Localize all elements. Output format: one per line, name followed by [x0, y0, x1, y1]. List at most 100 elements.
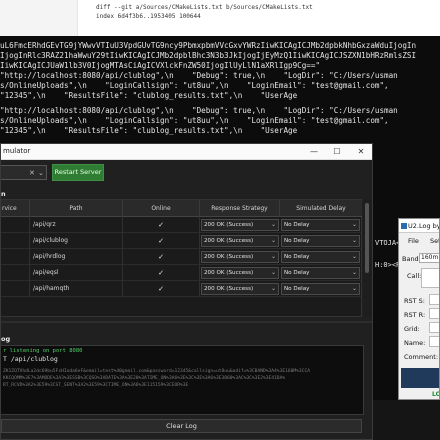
chevron-down-icon: ⌄: [351, 221, 357, 228]
delay-select[interactable]: No Delay ⌄: [281, 283, 360, 295]
chevron-down-icon: ⌄: [351, 253, 357, 260]
table-header: rvice Path Online Response Strategy Simu…: [1, 200, 362, 217]
close-icon[interactable]: ✕: [350, 144, 372, 160]
online-checkbox[interactable]: ✓: [123, 249, 200, 265]
cell-service: [1, 281, 30, 297]
minimize-icon[interactable]: —: [303, 144, 325, 160]
terminal-line: s/OnlineUploads",\n "LoginCallsign": "ut…: [0, 116, 389, 125]
diff-editor-background: diff --git a/Sources/CMakeLists.txt b/So…: [0, 0, 440, 40]
table-row[interactable]: /api/hamqth ✓ 200 OK (Success) ⌄ No Delay…: [1, 281, 362, 297]
cell-service: [1, 249, 30, 265]
panel-splitter[interactable]: [1, 321, 372, 323]
column-header-strategy[interactable]: Response Strategy: [200, 200, 280, 217]
terminal-line: "http://localhost:8080/api/clublog",\n "…: [0, 106, 398, 115]
table-row[interactable]: /api/eqsl ✓ 200 OK (Success) ⌄ No Delay ⌄: [1, 265, 362, 281]
cell-path: /api/qrz: [30, 217, 123, 233]
log-button[interactable]: [401, 368, 439, 388]
u2-log-window[interactable]: U2.Log by File Set Band: 160m Call: RST …: [398, 218, 440, 400]
table-row[interactable]: /api/hrdlog ✓ 200 OK (Success) ⌄ No Delay…: [1, 249, 362, 265]
delay-select[interactable]: No Delay ⌄: [281, 219, 360, 231]
log-line: T /api/clublog: [3, 355, 58, 363]
chevron-down-icon: ⌄: [270, 285, 276, 292]
rst-r-input[interactable]: [429, 308, 439, 319]
table-row[interactable]: /api/clublog ✓ 200 OK (Success) ⌄ No Dela…: [1, 233, 362, 249]
grid-input[interactable]: [429, 322, 439, 333]
name-label: Name:: [404, 339, 426, 347]
u2-window-title: U2.Log by: [408, 222, 440, 230]
cell-path: /api/clublog: [30, 233, 123, 249]
chevron-down-icon: ⌄: [351, 237, 357, 244]
column-header-service[interactable]: rvice: [1, 200, 30, 217]
rst-s-label: RST S:: [404, 297, 425, 305]
chevron-down-icon: ⌄: [270, 237, 276, 244]
cell-path: /api/hamqth: [30, 281, 123, 297]
strategy-select[interactable]: 200 OK (Success) ⌄: [201, 251, 279, 263]
log-section-label: og: [1, 335, 11, 343]
terminal-fragment: VTOJA<: [375, 239, 401, 247]
cell-service: [1, 217, 30, 233]
online-checkbox[interactable]: ✓: [123, 281, 200, 297]
call-input[interactable]: [421, 268, 439, 288]
chevron-down-icon: ⌄: [270, 221, 276, 228]
delay-select[interactable]: No Delay ⌄: [281, 235, 360, 247]
routes-scrollbar[interactable]: [363, 199, 372, 317]
cell-service: [1, 265, 30, 281]
diff-index-line: index 6d4f3b6..1953405 100644: [96, 13, 201, 20]
editor-sidebar: [0, 0, 78, 40]
clear-log-button[interactable]: Clear Log: [1, 419, 362, 433]
emulator-titlebar[interactable]: mulator — ☐ ✕: [1, 144, 372, 160]
rst-s-input[interactable]: [429, 294, 439, 305]
cell-path: /api/eqsl: [30, 265, 123, 281]
online-checkbox[interactable]: ✓: [123, 217, 200, 233]
terminal-line: uL6FmcERhdGEvTG9jYWwvVTIuU3VpdGUvTG9ncy9…: [0, 41, 417, 50]
log-line: KKCQOMM%3E7%3AMODE%3A3%3ESSB%3CQSO%3ADAT…: [3, 376, 286, 381]
strategy-select[interactable]: 200 OK (Success) ⌄: [201, 283, 279, 295]
strategy-select[interactable]: 200 OK (Success) ⌄: [201, 219, 279, 231]
server-select[interactable]: ✕ ⌄: [1, 165, 47, 180]
restart-server-button[interactable]: Restart Server: [52, 164, 104, 181]
terminal-line: "12345",\n "ResultsFile": "clublog_resul…: [0, 126, 298, 135]
u2-titlebar[interactable]: U2.Log by: [399, 219, 440, 233]
routes-table: rvice Path Online Response Strategy Simu…: [1, 199, 362, 317]
maximize-icon[interactable]: ☐: [326, 144, 348, 160]
delay-select[interactable]: No Delay ⌄: [281, 267, 360, 279]
emulator-window[interactable]: mulator — ☐ ✕ ✕ ⌄ Restart Server n rvice…: [0, 143, 373, 440]
chevron-down-icon: ⌄: [270, 253, 276, 260]
band-select[interactable]: 160m: [419, 253, 439, 263]
chevron-down-icon: ⌄: [351, 269, 357, 276]
chevron-down-icon: ⌄: [351, 285, 357, 292]
emulator-toolbar: ✕ ⌄ Restart Server: [1, 160, 372, 188]
name-input[interactable]: [429, 336, 439, 347]
window-title: mulator: [3, 147, 31, 155]
delay-select[interactable]: No Delay ⌄: [281, 251, 360, 263]
chevron-down-icon: ⌄: [270, 269, 276, 276]
diff-header-line: diff --git a/Sources/CMakeLists.txt b/So…: [96, 4, 313, 11]
app-icon: [401, 223, 407, 229]
terminal-line: "12345",\n "ResultsFile": "clublog_resul…: [0, 91, 298, 100]
terminal-background: [373, 400, 440, 440]
online-checkbox[interactable]: ✓: [123, 233, 200, 249]
terminal-fragment: H:0><R: [375, 261, 401, 269]
terminal-window[interactable]: uL6FmcERhdGEvTG9jYWwvVTIuU3VpdGUvTG9ncy9…: [0, 36, 440, 146]
menu-settings[interactable]: Set: [430, 237, 439, 245]
log-line: RT_RCVD%3A2%3E59%3CST_SENT%3A2%3E59%3CTI…: [3, 383, 189, 388]
request-log[interactable]: r listening on port 8080 T /api/clublog …: [1, 345, 364, 415]
log-line: r listening on port 8080: [3, 348, 83, 354]
scrollbar-thumb[interactable]: [365, 203, 369, 273]
strategy-select[interactable]: 200 OK (Success) ⌄: [201, 267, 279, 279]
cell-path: /api/hrdlog: [30, 249, 123, 265]
column-header-path[interactable]: Path: [30, 200, 123, 217]
clear-icon[interactable]: ✕: [29, 169, 35, 177]
grid-label: Grid:: [404, 325, 420, 333]
log-line: ZK1ZQTVhdLa2dc69bu5FsHIoda6eF&email=test…: [3, 369, 310, 374]
column-header-online[interactable]: Online: [123, 200, 200, 217]
terminal-line: IiwKICAgICJUaW1lb3V0IjogMTAsCiAgICVXlckF…: [0, 61, 321, 70]
online-checkbox[interactable]: ✓: [123, 265, 200, 281]
table-row[interactable]: /api/qrz ✓ 200 OK (Success) ⌄ No Delay ⌄: [1, 217, 362, 233]
terminal-line: "http://localhost:8080/api/clublog",\n "…: [0, 71, 398, 80]
strategy-select[interactable]: 200 OK (Success) ⌄: [201, 235, 279, 247]
menu-file[interactable]: File: [408, 237, 419, 245]
chevron-down-icon[interactable]: ⌄: [38, 169, 44, 177]
routes-section-label: n: [1, 190, 6, 198]
column-header-delay[interactable]: Simulated Delay: [280, 200, 362, 217]
